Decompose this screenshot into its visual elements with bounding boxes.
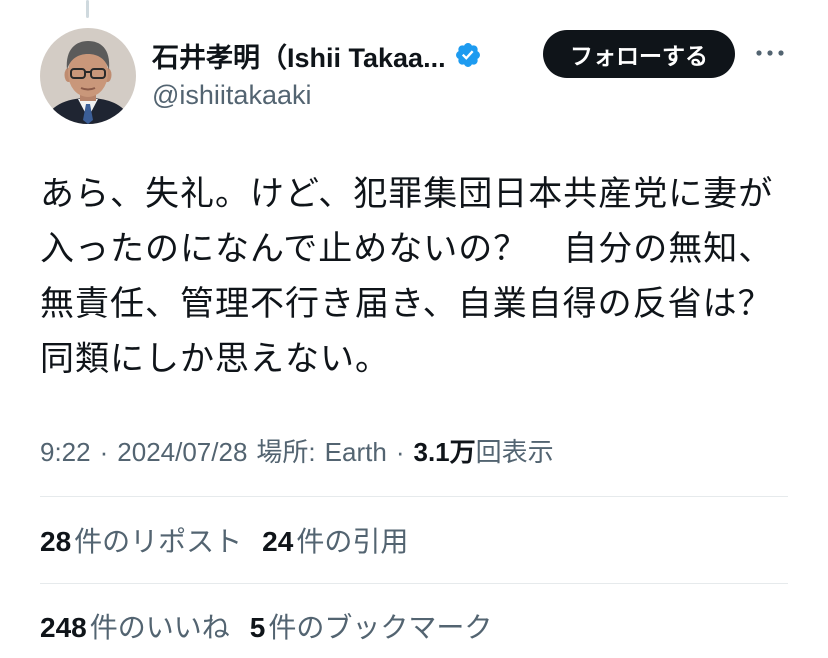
tweet-date[interactable]: 2024/07/28 [117,432,247,472]
bookmarks-stat[interactable]: 5 件のブックマーク [250,606,493,646]
stats-row-reposts-quotes: 28 件のリポスト 24 件の引用 [40,520,408,560]
tweet-time[interactable]: 9:22 [40,432,91,472]
tweet-text-line: 入ったのになんで止めないの？ 自分の無知、 [40,230,774,268]
avatar[interactable] [40,28,136,124]
tweet-text-line: あら、失礼。けど、犯罪集団日本共産党に妻が [40,175,774,213]
divider [40,583,788,584]
thread-connector-line [86,0,89,18]
follow-button[interactable]: フォローする [543,30,735,78]
verified-badge-icon [454,41,482,69]
more-icon[interactable] [753,40,787,66]
reposts-stat[interactable]: 28 件のリポスト [40,520,242,560]
bookmarks-label: 件のブックマーク [268,612,493,643]
reposts-count: 28 [40,526,72,557]
meta-separator: · [99,437,109,467]
likes-count: 248 [40,612,87,643]
views-label: 回表示 [475,437,554,467]
location-value: Earth [324,437,387,467]
location-label: 場所: [256,437,316,467]
likes-stat[interactable]: 248 件のいいね [40,606,230,646]
likes-label: 件のいいね [89,612,230,643]
tweet-text: あら、失礼。けど、犯罪集団日本共産党に妻が 入ったのになんで止めないの？ 自分の… [40,167,773,387]
views-count: 3.1万 [413,437,476,467]
quotes-count: 24 [262,526,294,557]
author-name[interactable]: 石井孝明（Ishii Takaa... [152,36,446,75]
bookmarks-count: 5 [249,612,266,643]
meta-separator: · [395,437,405,467]
reposts-label: 件のリポスト [74,526,243,557]
divider [40,496,788,497]
quotes-label: 件の引用 [296,526,409,557]
stats-row-likes-bookmarks: 248 件のいいね 5 件のブックマーク [40,606,492,646]
tweet-text-line: 無責任、管理不行き届き、自業自得の反省は？ [40,285,773,323]
tweet-meta: 9:22 · 2024/07/28 場所: Earth · 3.1万回表示 [40,432,554,472]
tweet-text-line: 同類にしか思えない。 [40,340,390,378]
author-handle[interactable]: @ishiitakaaki [152,77,311,113]
quotes-stat[interactable]: 24 件の引用 [262,520,408,560]
avatar-photo [40,28,136,124]
author-name-row: 石井孝明（Ishii Takaa... [152,35,482,75]
